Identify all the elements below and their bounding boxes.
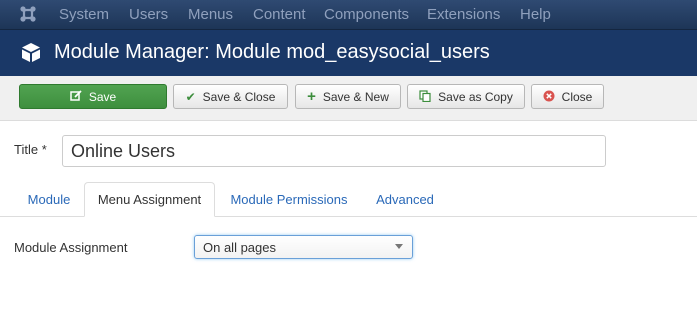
tab-advanced[interactable]: Advanced bbox=[363, 182, 447, 217]
tab-module[interactable]: Module bbox=[14, 182, 84, 217]
plus-icon: + bbox=[307, 88, 316, 105]
save-new-button[interactable]: + Save & New bbox=[295, 84, 401, 109]
title-input[interactable]: Online Users bbox=[62, 135, 606, 167]
save-close-label: Save & Close bbox=[202, 89, 276, 104]
module-assignment-label: Module Assignment bbox=[14, 240, 128, 255]
module-assignment-select[interactable]: On all pages bbox=[194, 235, 413, 259]
tab-menu-assignment[interactable]: Menu Assignment bbox=[84, 182, 215, 217]
menu-users[interactable]: Users bbox=[129, 6, 168, 23]
title-value: Online Users bbox=[71, 140, 176, 161]
caret-down-icon bbox=[395, 244, 403, 249]
save-label: Save bbox=[88, 89, 117, 104]
page-header: Module Manager: Module mod_easysocial_us… bbox=[0, 30, 697, 76]
close-label: Close bbox=[561, 89, 593, 104]
page-title: Module Manager: Module mod_easysocial_us… bbox=[54, 41, 490, 63]
menu-menus[interactable]: Menus bbox=[188, 6, 233, 23]
save-copy-button[interactable]: Save as Copy bbox=[407, 84, 525, 109]
edit-icon bbox=[70, 89, 82, 104]
save-copy-label: Save as Copy bbox=[438, 89, 513, 104]
menu-extensions[interactable]: Extensions bbox=[427, 6, 500, 23]
menu-components[interactable]: Components bbox=[324, 6, 409, 23]
cube-icon bbox=[22, 43, 40, 62]
save-close-button[interactable]: ✔ Save & Close bbox=[173, 84, 288, 109]
module-assignment-value: On all pages bbox=[203, 239, 276, 255]
toolbar: Save ✔ Save & Close + Save & New Save as… bbox=[0, 76, 697, 121]
menu-content[interactable]: Content bbox=[253, 6, 306, 23]
check-icon: ✔ bbox=[185, 89, 196, 104]
menu-help[interactable]: Help bbox=[520, 6, 551, 23]
joomla-logo-icon[interactable] bbox=[18, 4, 38, 24]
menu-system[interactable]: System bbox=[59, 6, 109, 23]
close-icon bbox=[543, 90, 555, 104]
save-button[interactable]: Save bbox=[19, 84, 167, 109]
top-navbar: System Users Menus Content Components Ex… bbox=[0, 0, 697, 30]
tab-module-permissions[interactable]: Module Permissions bbox=[219, 182, 359, 217]
title-label: Title * bbox=[14, 142, 47, 157]
copy-icon bbox=[419, 89, 431, 104]
save-new-label: Save & New bbox=[322, 89, 389, 104]
close-button[interactable]: Close bbox=[531, 84, 604, 109]
